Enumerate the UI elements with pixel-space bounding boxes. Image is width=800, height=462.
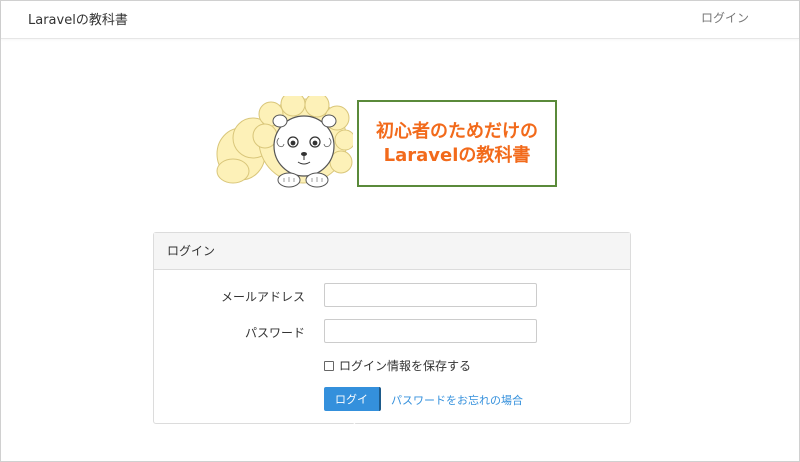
nav-login-link[interactable]: ログイン <box>701 9 749 26</box>
remember-label: ログイン情報を保存する <box>339 359 472 373</box>
lion-mascot-icon <box>216 96 353 188</box>
navbar: Laravelの教科書 ログイン <box>1 1 799 39</box>
banner-title-line2: Laravelの教科書 <box>383 144 531 166</box>
password-row: パスワード <box>154 319 630 345</box>
email-label: メールアドレス <box>220 290 305 304</box>
banner-title-box: 初心者のためだけの Laravelの教科書 <box>357 100 557 187</box>
email-field[interactable] <box>324 283 537 307</box>
login-card: ログイン メールアドレス パスワード ログイン情報を保存する ログイン パスワー… <box>153 232 631 430</box>
remember-checkbox[interactable] <box>324 360 334 371</box>
login-button[interactable]: ログイン <box>324 387 381 430</box>
remember-me[interactable]: ログイン情報を保存する <box>324 357 471 374</box>
logo-banner: 初心者のためだけの Laravelの教科書 <box>213 96 563 191</box>
card-header: ログイン <box>154 233 630 270</box>
forgot-password-link[interactable]: パスワードをお忘れの場合 <box>391 392 523 408</box>
password-field[interactable] <box>324 319 537 343</box>
banner-title-line1: 初心者のためだけの <box>376 121 538 143</box>
brand-link[interactable]: Laravelの教科書 <box>28 9 128 28</box>
password-label: パスワード <box>244 326 305 340</box>
email-row: メールアドレス <box>154 283 630 309</box>
